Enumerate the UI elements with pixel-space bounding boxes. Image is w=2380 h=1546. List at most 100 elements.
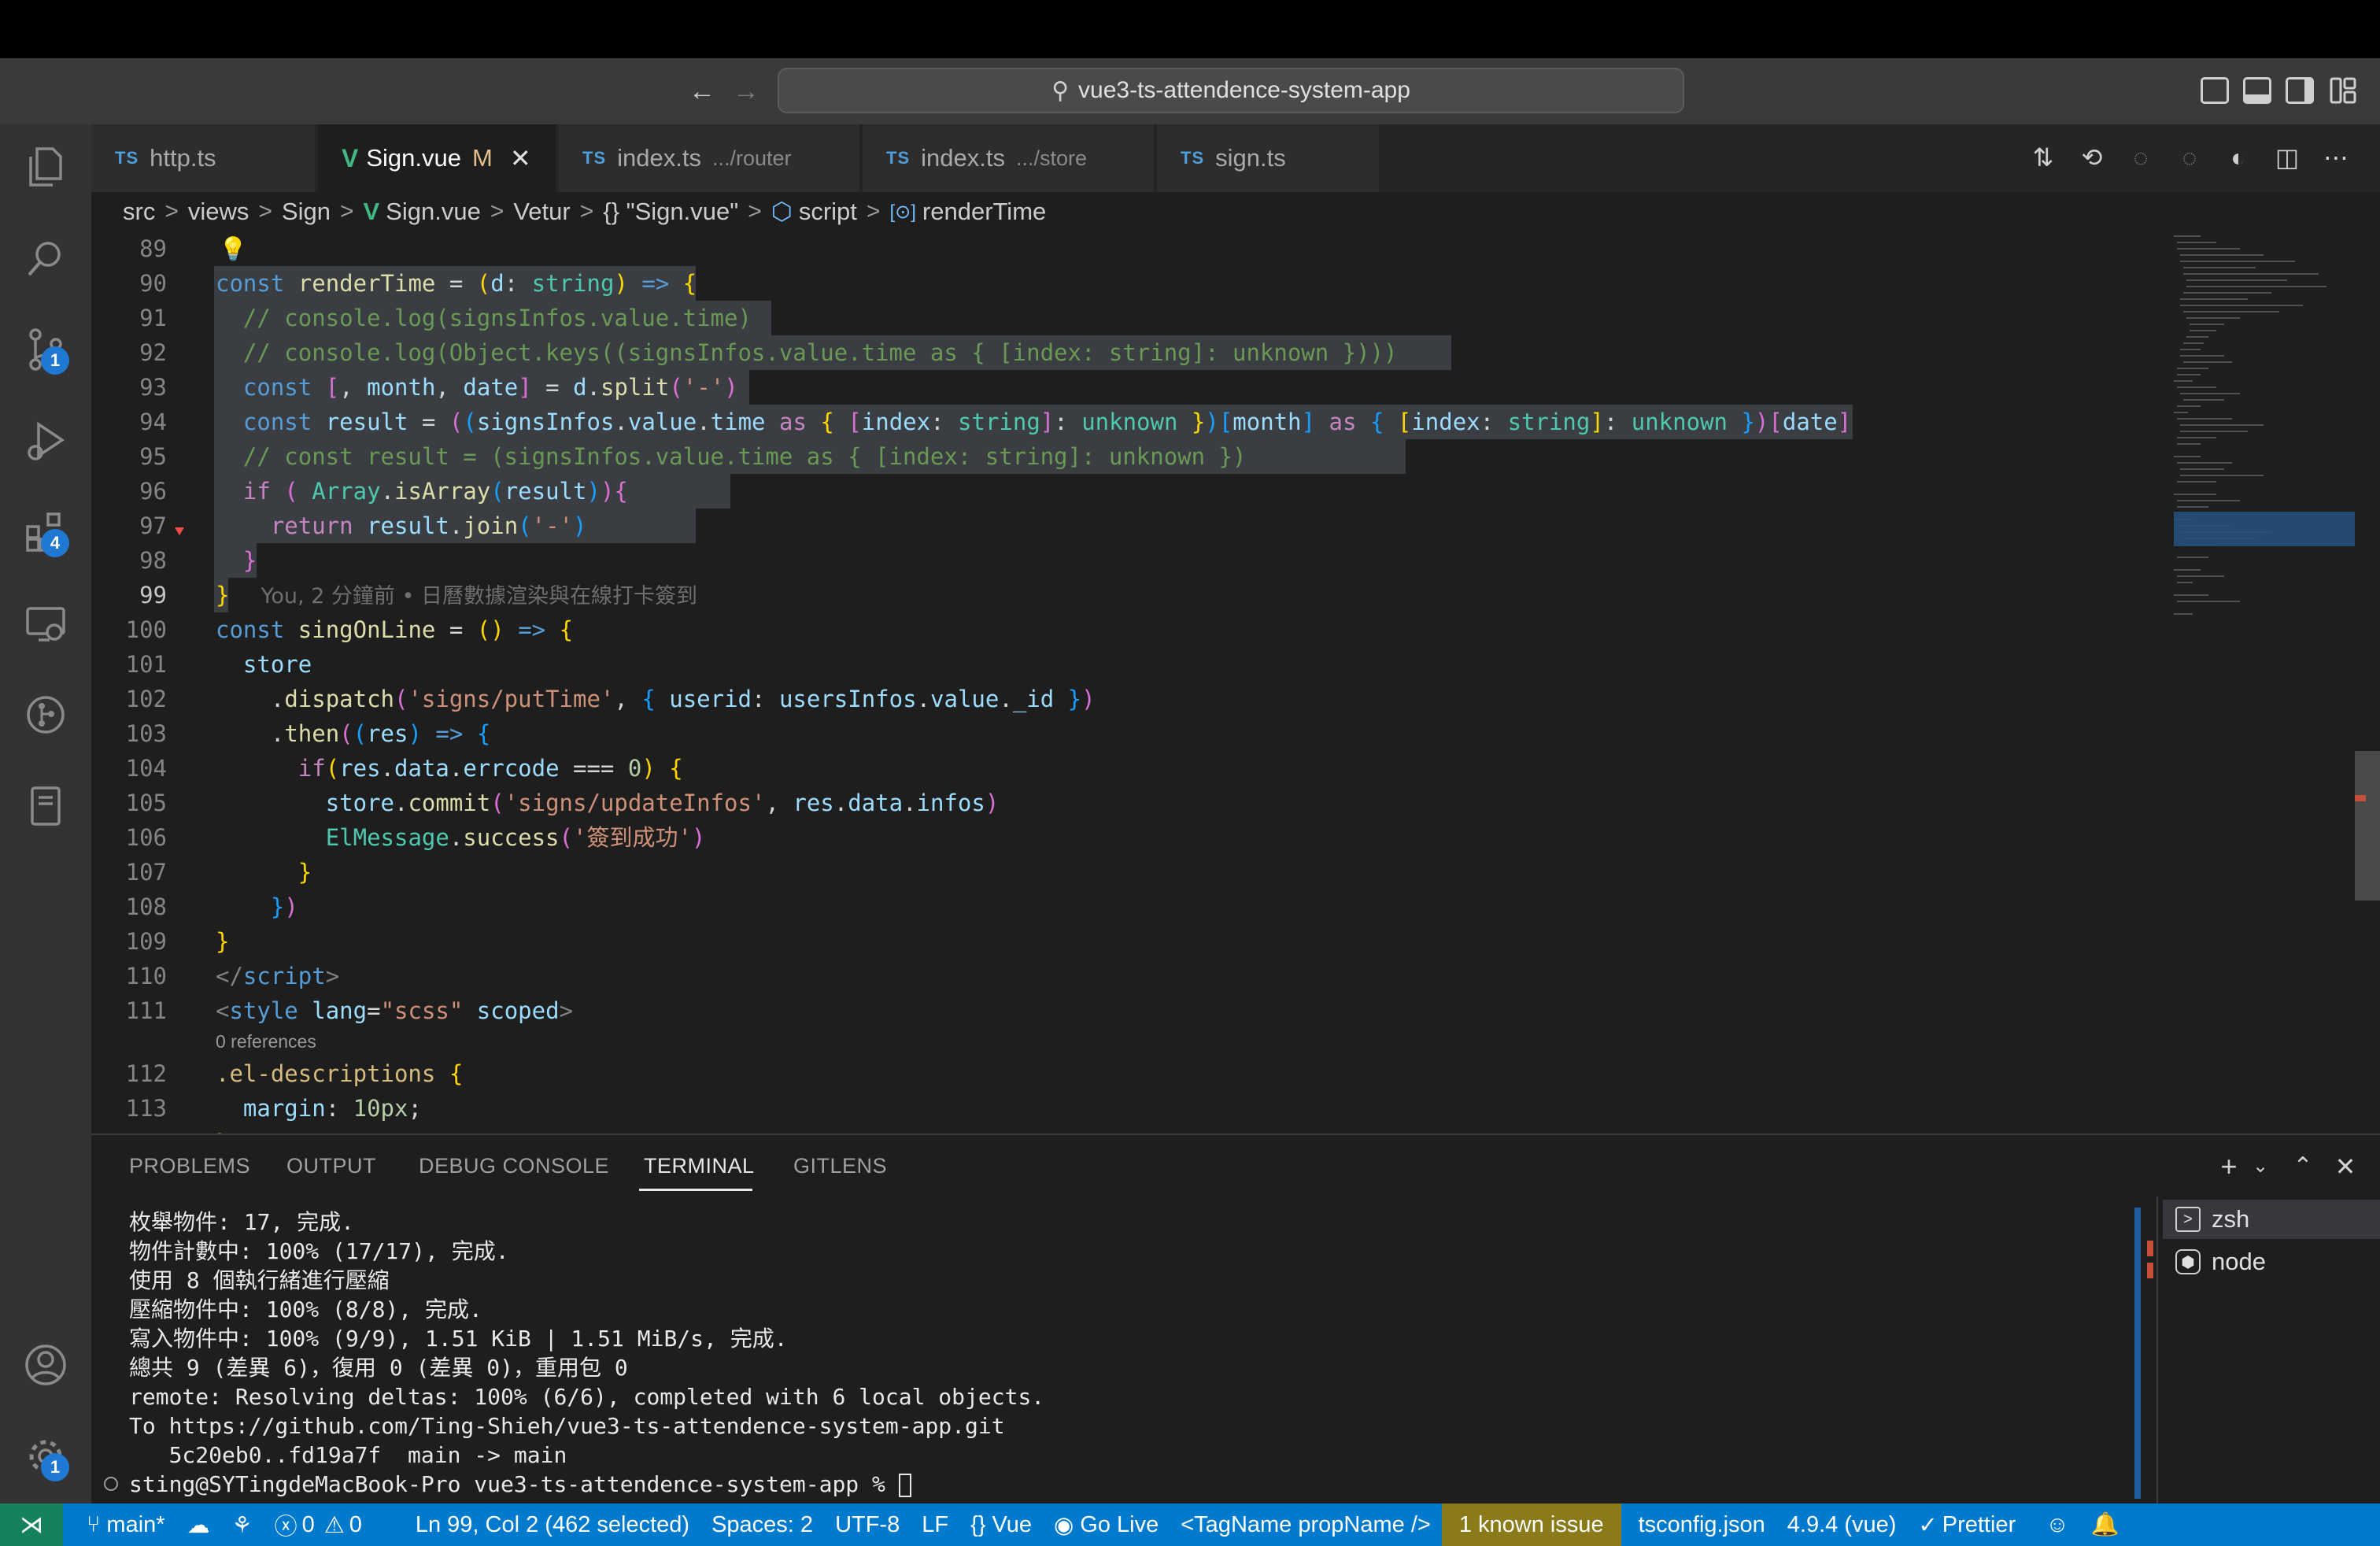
broadcast-icon: ◉ xyxy=(1053,1512,1074,1538)
notebook-icon[interactable] xyxy=(19,779,72,833)
gitlens-blame-icon[interactable]: ◐ xyxy=(2223,142,2254,173)
go-live-button[interactable]: ◉ Go Live xyxy=(1043,1503,1170,1546)
extensions-icon[interactable]: 4 xyxy=(19,505,72,559)
encoding[interactable]: UTF-8 xyxy=(824,1503,911,1546)
string-literal: "scss" xyxy=(380,997,464,1024)
breadcrumb-item[interactable]: Sign xyxy=(282,198,331,226)
breadcrumb-item[interactable]: script xyxy=(799,198,857,226)
open-changes-icon[interactable]: ⟲ xyxy=(2076,142,2108,173)
prettier-indicator[interactable]: ✓ Prettier xyxy=(1907,1503,2027,1546)
known-issue-badge[interactable]: 1 known issue xyxy=(1441,1503,1621,1546)
tsconfig-indicator[interactable]: tsconfig.json xyxy=(1628,1503,1776,1546)
more-actions-icon[interactable]: ⋯ xyxy=(2320,142,2352,173)
terminal-item-node[interactable]: ⬢ node xyxy=(2163,1242,2380,1282)
prompt-text: sting@SYTingdeMacBook-Pro vue3-ts-attend… xyxy=(129,1471,899,1497)
compare-changes-icon[interactable]: ⇅ xyxy=(2027,142,2059,173)
sync-icon[interactable]: ☁ xyxy=(176,1503,221,1546)
string-literal: '-' xyxy=(682,374,725,401)
breadcrumb-item[interactable]: Sign.vue xyxy=(386,198,481,226)
toggle-sidebar-icon[interactable] xyxy=(2201,77,2229,104)
search-icon[interactable] xyxy=(19,231,72,285)
line-number: 112 xyxy=(125,1060,167,1087)
code-line: 113 margin: 10px; xyxy=(91,1091,2185,1126)
minimap[interactable] xyxy=(2169,231,2355,641)
tab-debug-console[interactable]: DEBUG CONSOLE xyxy=(419,1154,609,1178)
source-control-icon[interactable]: 1 xyxy=(19,323,72,376)
command-center-label: vue3-ts-attendence-system-app xyxy=(1078,77,1410,103)
breadcrumb: src > views > Sign > V Sign.vue > Vetur … xyxy=(91,192,2380,231)
code-editor[interactable]: 89 💡 90 const renderTime = (d: string) => … xyxy=(91,231,2380,1134)
line-number: 99 xyxy=(139,582,167,608)
line-number: 114 xyxy=(91,1126,167,1134)
scrollbar-marker xyxy=(2147,1263,2153,1278)
git-graph-icon[interactable]: ⚘ xyxy=(221,1503,264,1546)
customize-layout-icon[interactable] xyxy=(2330,77,2356,104)
editor-scrollbar[interactable] xyxy=(2355,751,2380,901)
settings-gear-icon[interactable]: 1 xyxy=(19,1429,72,1483)
problems-indicator[interactable]: ⓧ 0 ⚠ 0 xyxy=(264,1503,373,1546)
run-debug-icon[interactable] xyxy=(19,414,72,468)
code-line: 105 store.commit('signs/updateInfos', re… xyxy=(91,786,2185,820)
breakpoint-marker xyxy=(175,527,184,535)
tab-terminal[interactable]: TERMINAL xyxy=(644,1154,755,1178)
tab-output[interactable]: OUTPUT xyxy=(286,1154,376,1178)
back-button[interactable]: ← xyxy=(686,76,718,107)
breadcrumb-separator: > xyxy=(339,198,354,224)
terminal-prompt[interactable]: sting@SYTingdeMacBook-Pro vue3-ts-attend… xyxy=(129,1470,911,1499)
terminal-line: 物件計數中: 100% (17/17), 完成. xyxy=(129,1238,509,1264)
tab-problems[interactable]: PROBLEMS xyxy=(129,1154,250,1178)
close-panel-icon[interactable]: ✕ xyxy=(2330,1151,2361,1182)
tab-sign-vue[interactable]: V Sign.vue M ✕ xyxy=(318,124,557,192)
terminal-scrollbar[interactable] xyxy=(2134,1208,2141,1499)
previous-change-icon[interactable]: ◌ xyxy=(2125,142,2156,173)
indentation[interactable]: Spaces: 2 xyxy=(700,1503,824,1546)
codelens-references[interactable]: 0 references xyxy=(216,1031,316,1052)
line-number: 104 xyxy=(125,755,167,782)
breadcrumb-item[interactable]: src xyxy=(123,198,155,226)
tab-gitlens[interactable]: GITLENS xyxy=(793,1154,887,1178)
lightbulb-icon[interactable]: 💡 xyxy=(219,231,247,266)
remote-indicator-icon[interactable]: ⋊ xyxy=(0,1503,63,1546)
ts-version[interactable]: 4.9.4 (vue) xyxy=(1776,1503,1908,1546)
tab-http-ts[interactable]: TS http.ts xyxy=(91,124,316,192)
end-of-line[interactable]: LF xyxy=(911,1503,959,1546)
go-live-label: Go Live xyxy=(1080,1511,1159,1537)
notifications-bell-icon[interactable]: 🔔 xyxy=(2080,1503,2131,1546)
feedback-icon[interactable]: ☺ xyxy=(2034,1503,2080,1546)
maximize-panel-icon[interactable]: ⌃ xyxy=(2287,1151,2319,1182)
tab-index-router[interactable]: TS index.ts .../router xyxy=(559,124,861,192)
toggle-secondary-sidebar-icon[interactable] xyxy=(2286,77,2314,104)
braces-icon: {} xyxy=(970,1511,986,1537)
extensions-badge: 4 xyxy=(41,529,69,557)
remote-explorer-icon[interactable] xyxy=(19,597,72,650)
next-change-icon[interactable]: ◌ xyxy=(2174,142,2205,173)
breadcrumb-separator: > xyxy=(866,198,881,224)
split-editor-icon[interactable]: ◫ xyxy=(2271,142,2303,173)
command-center-search[interactable]: ⚲ vue3-ts-attendence-system-app xyxy=(778,68,1684,113)
toggle-panel-icon[interactable] xyxy=(2243,77,2271,104)
branch-indicator[interactable]: ⑂ main* xyxy=(76,1503,176,1546)
tab-path: .../router xyxy=(711,146,792,170)
search-icon: ⚲ xyxy=(1051,77,1070,104)
account-icon[interactable] xyxy=(19,1338,72,1392)
breadcrumb-item[interactable]: {} "Sign.vue" xyxy=(603,198,738,226)
breadcrumb-item[interactable]: Vetur xyxy=(513,198,570,226)
terminal-item-zsh[interactable]: > zsh xyxy=(2163,1200,2380,1239)
tab-sign-ts[interactable]: TS sign.ts xyxy=(1157,124,1380,192)
tab-index-store[interactable]: TS index.ts .../store xyxy=(863,124,1155,192)
explorer-icon[interactable] xyxy=(19,140,72,194)
gitlens-icon[interactable] xyxy=(19,688,72,742)
string-literal: '-' xyxy=(531,512,574,539)
auto-rename-tag[interactable]: <TagName propName /> xyxy=(1170,1503,1442,1546)
chevron-down-icon[interactable]: ⌄ xyxy=(2245,1151,2276,1182)
new-terminal-icon[interactable]: + xyxy=(2213,1151,2245,1182)
breadcrumb-item[interactable]: views xyxy=(188,198,249,226)
close-icon[interactable]: ✕ xyxy=(510,143,531,173)
forward-button[interactable]: → xyxy=(730,76,762,107)
breadcrumb-item[interactable]: renderTime xyxy=(922,198,1046,226)
terminal-line: 枚舉物件: 17, 完成. xyxy=(129,1209,355,1235)
cursor-position[interactable]: Ln 99, Col 2 (462 selected) xyxy=(405,1503,700,1546)
terminal-line: 壓縮物件中: 100% (8/8), 完成. xyxy=(129,1296,482,1322)
language-mode[interactable]: {} Vue xyxy=(959,1503,1043,1546)
code-line: 108 }) xyxy=(91,890,2185,924)
